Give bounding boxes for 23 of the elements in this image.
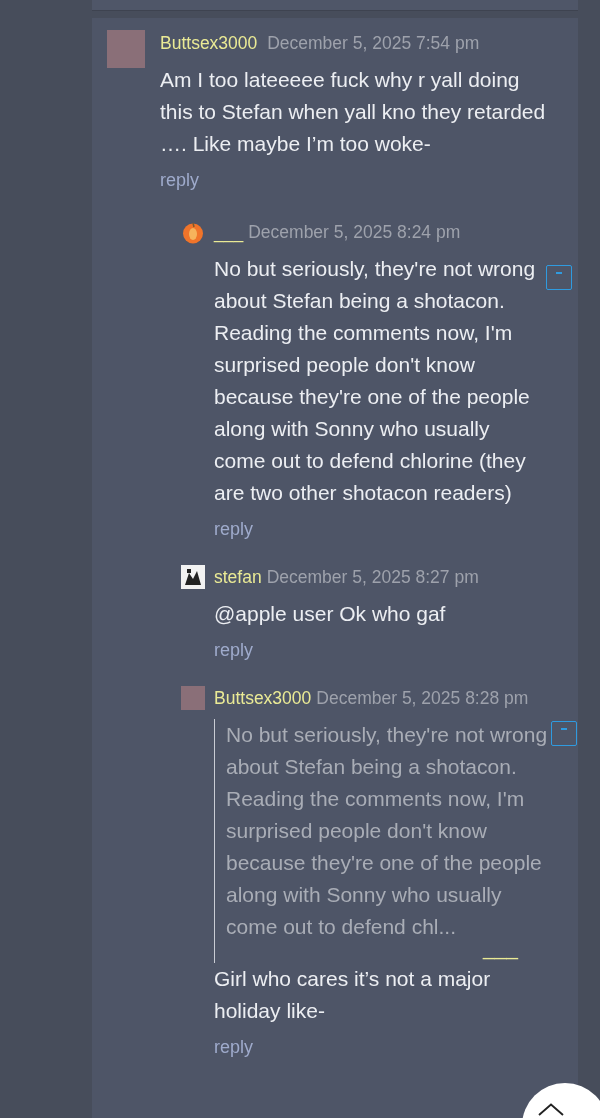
comment-text: @apple user Ok who gaf (214, 601, 447, 627)
comment-author[interactable]: ___ (214, 219, 244, 245)
square-icon[interactable] (546, 265, 572, 290)
sketch-avatar-icon (181, 565, 205, 589)
comment-date: December 5, 2025 8:28 pm (316, 687, 529, 710)
comment-text: Am I too lateeeee fuck why r yall doing this to Stefan when yall kno they retarded …. Like maybe I’m too woke- (160, 67, 547, 157)
comment-date: December 5, 2025 7:54 pm (267, 33, 480, 53)
reply-link[interactable]: reply (214, 640, 253, 661)
comment-text: No but seriously, they're not wrong about Stefan being a shotacon. Reading the comments now, I'm surprised people don't know because they're one of the people along with Sonny who usually come out to defend chlorine (they are two other shotacon readers) (214, 256, 537, 506)
comment-author[interactable]: Buttsex3000 (214, 685, 312, 711)
comment-date: December 5, 2025 8:27 pm (266, 566, 479, 589)
comment-author[interactable]: Buttsex3000 (160, 33, 258, 53)
square-icon[interactable] (551, 721, 577, 746)
reply-link[interactable]: reply (214, 519, 253, 540)
avatar-picture (107, 30, 145, 68)
comment-text: Girl who cares it’s not a major holiday like- (214, 966, 492, 1024)
apple-icon (181, 220, 205, 244)
comment-author[interactable]: stefan (214, 564, 262, 590)
comment-date: December 5, 2025 8:24 pm (248, 221, 461, 244)
chevron-up-icon (536, 1101, 566, 1117)
avatar-picture (181, 686, 205, 710)
reply-link[interactable]: reply (214, 1037, 253, 1058)
reply-link[interactable]: reply (160, 170, 199, 191)
